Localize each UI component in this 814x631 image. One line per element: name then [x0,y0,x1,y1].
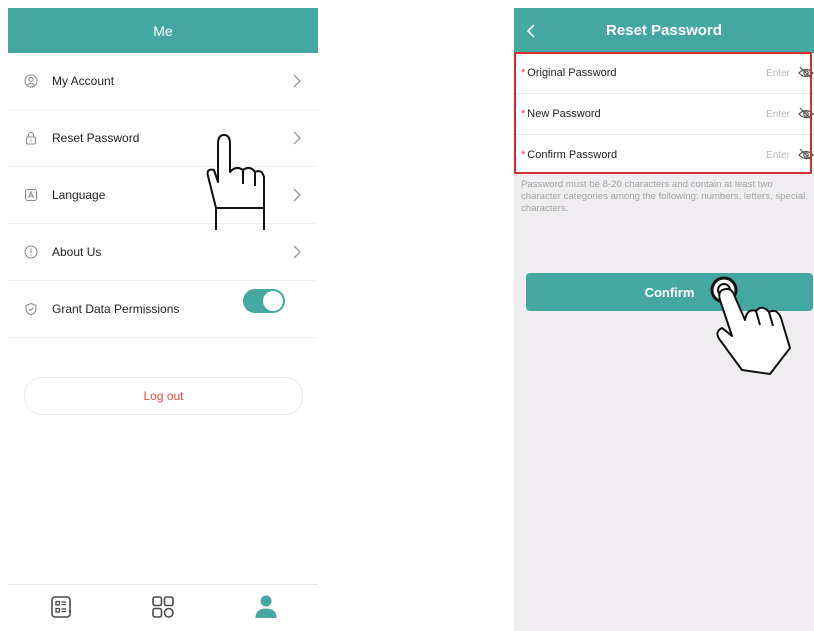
menu-item-grant-data-permissions: Grant Data Permissions [8,281,318,338]
menu-label: My Account [52,74,115,88]
required-mark: * [521,149,526,161]
confirm-password-row: * Confirm Password [514,135,814,176]
info-icon [24,245,38,259]
eye-off-icon[interactable] [798,107,814,121]
menu-label: Language [52,188,106,202]
reset-password-screen: Reset Password * Original Password * New… [514,8,814,631]
menu-label: Reset Password [52,131,140,145]
menu-label: About Us [52,245,102,259]
chevron-left-icon [526,23,535,38]
reset-password-header: Reset Password [514,8,814,53]
chevron-right-icon [293,131,301,145]
shield-check-icon [24,302,38,316]
apps-grid-icon[interactable] [149,593,177,621]
logout-button[interactable]: Log out [24,377,303,415]
page-title: Reset Password [606,22,722,39]
me-header: Me [8,8,318,53]
original-password-input[interactable] [720,65,790,81]
me-screen: Me My Account Reset Password Language Ab… [8,8,318,631]
eye-off-icon[interactable] [798,148,814,162]
confirm-password-input[interactable] [720,147,790,163]
language-icon [24,188,38,202]
tab-bar [8,584,318,631]
required-mark: * [521,67,526,79]
dashboard-icon[interactable] [47,593,75,621]
permissions-toggle[interactable] [243,289,285,313]
new-password-row: * New Password [514,94,814,135]
tapping-hand-icon [710,276,791,375]
menu-item-about-us[interactable]: About Us [8,224,318,281]
required-mark: * [521,108,526,120]
chevron-right-icon [293,245,301,259]
user-circle-icon [24,74,38,88]
toggle-knob [263,291,283,311]
profile-icon[interactable] [252,593,280,621]
password-hint: Password must be 8-20 characters and con… [521,179,806,214]
eye-off-icon[interactable] [798,66,814,80]
field-label: New Password [527,108,601,120]
menu-item-language[interactable]: Language [8,167,318,224]
lock-icon [24,131,38,145]
menu-item-my-account[interactable]: My Account [8,53,318,110]
chevron-right-icon [293,188,301,202]
pointing-hand-icon [206,134,265,230]
original-password-row: * Original Password [514,53,814,94]
page-title: Me [153,22,173,39]
new-password-input[interactable] [720,106,790,122]
field-label: Confirm Password [527,149,618,161]
chevron-right-icon [293,74,301,88]
back-button[interactable] [526,8,546,53]
menu-item-reset-password[interactable]: Reset Password [8,110,318,167]
field-label: Original Password [527,67,617,79]
